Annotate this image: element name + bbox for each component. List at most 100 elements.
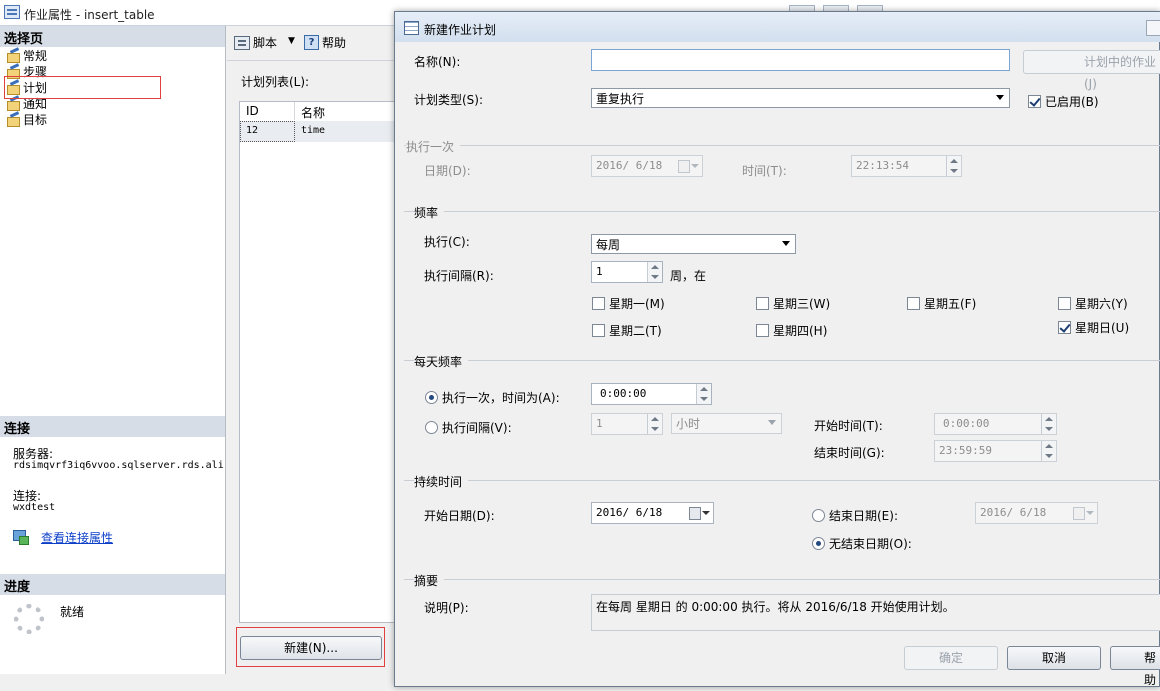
enabled-checkbox[interactable]: 已启用(B) [1028, 93, 1099, 110]
start-time-spinner[interactable]: 0:00:00 [934, 413, 1057, 435]
calendar-icon [678, 160, 699, 173]
day-monday-checkbox[interactable]: 星期一(M) [592, 295, 665, 312]
start-time-value: 0:00:00 [943, 417, 990, 430]
cell-id: 12 [246, 125, 259, 136]
new-schedule-button[interactable]: 新建(N)... [240, 636, 382, 660]
calendar-icon [1073, 507, 1094, 520]
radio-dot [425, 421, 438, 434]
dialog-titlebar [395, 12, 1160, 42]
occurs-once-time-value: 0:00:00 [600, 387, 647, 400]
checkbox-box [756, 297, 769, 310]
help-label: 帮助 [322, 36, 347, 50]
occurs-every-value: 1 [596, 417, 603, 430]
checkbox-box [592, 324, 605, 337]
end-date-label: 结束日期(E): [829, 509, 898, 523]
script-icon [234, 35, 250, 50]
recurs-suffix: 周，在 [670, 269, 707, 283]
occurs-once-radio[interactable]: 执行一次，时间为(A): [425, 389, 560, 406]
name-label: 名称(N): [414, 55, 461, 69]
ok-button[interactable]: 确定 [904, 646, 998, 670]
cancel-button[interactable]: 取消 [1007, 646, 1101, 670]
one-time-date-picker[interactable]: 2016/ 6/18 [591, 155, 703, 177]
page-item-general[interactable]: 常规 [6, 47, 47, 63]
start-date-picker[interactable]: 2016/ 6/18 [591, 502, 714, 524]
start-date-label: 开始日期(D): [424, 509, 495, 523]
dialog-close-button[interactable] [1146, 20, 1160, 36]
end-date-radio[interactable]: 结束日期(E): [812, 507, 898, 524]
recurs-every-value: 1 [596, 265, 603, 278]
enabled-label: 已启用(B) [1045, 95, 1099, 109]
schedule-list-grid[interactable] [239, 101, 397, 623]
daily-frequency-group-title: 每天频率 [414, 353, 469, 370]
no-end-date-label: 无结束日期(O): [829, 537, 912, 551]
day-friday-checkbox[interactable]: 星期五(F) [907, 295, 976, 312]
help-button[interactable]: ? 帮助 [304, 34, 346, 51]
page-item-label: 常规 [23, 48, 48, 63]
column-header-id[interactable]: ID [240, 102, 295, 120]
checkbox-box [1058, 321, 1071, 334]
day-sunday-checkbox[interactable]: 星期日(U) [1058, 319, 1129, 336]
progress-spinner-icon [14, 604, 44, 634]
help-icon: ? [304, 35, 319, 50]
schedule-type-label: 计划类型(S): [414, 93, 484, 107]
view-connection-properties-link[interactable]: 查看连接属性 [41, 529, 113, 546]
day-label: 星期三(W) [773, 297, 831, 311]
help-button-dialog[interactable]: 帮助 [1110, 646, 1160, 687]
dialog-title: 新建作业计划 [424, 23, 497, 37]
jobs-in-schedule-button[interactable]: 计划中的作业(J) [1023, 50, 1160, 91]
spinner-arrows-icon [647, 262, 662, 282]
end-time-spinner[interactable]: 23:59:59 [934, 440, 1057, 462]
day-wednesday-checkbox[interactable]: 星期三(W) [756, 295, 830, 312]
radio-dot [812, 509, 825, 522]
occurs-every-unit-value: 小时 [676, 417, 701, 431]
selected-page-highlight [4, 76, 161, 99]
day-label: 星期六(Y) [1075, 297, 1128, 311]
chevron-down-icon [768, 420, 776, 425]
connection-header: 连接 [0, 416, 225, 437]
spinner-arrows-icon [647, 414, 662, 434]
occurs-every-radio[interactable]: 执行间隔(V): [425, 419, 512, 436]
spinner-arrows-icon [946, 156, 961, 176]
page-item-targets[interactable]: 目标 [6, 111, 47, 127]
frequency-group-title: 频率 [414, 204, 445, 221]
page-icon [6, 113, 20, 127]
no-end-date-radio[interactable]: 无结束日期(O): [812, 535, 912, 552]
description-textbox[interactable]: 在每周 星期日 的 0:00:00 执行。将从 2016/6/18 开始使用计划… [591, 594, 1160, 631]
spinner-arrows-icon [1041, 441, 1056, 461]
schedule-type-select[interactable]: 重复执行 [591, 88, 1010, 108]
occurs-every-unit-select[interactable]: 小时 [671, 413, 782, 434]
one-time-group-line [404, 145, 1160, 146]
occurs-every-spinner[interactable]: 1 [591, 413, 663, 435]
schedule-type-value: 重复执行 [596, 92, 645, 106]
end-time-label: 结束时间(G): [814, 446, 885, 460]
day-tuesday-checkbox[interactable]: 星期二(T) [592, 322, 662, 339]
one-time-time-spinner[interactable]: 22:13:54 [851, 155, 962, 177]
progress-header: 进度 [0, 574, 225, 595]
end-date-picker[interactable]: 2016/ 6/18 [975, 502, 1098, 524]
one-time-time-label: 时间(T): [742, 164, 787, 178]
recurs-every-spinner[interactable]: 1 [591, 261, 663, 283]
script-label: 脚本 [253, 36, 278, 50]
day-label: 星期二(T) [609, 324, 662, 338]
day-label: 星期五(F) [924, 297, 977, 311]
column-header-name[interactable]: 名称 [295, 102, 397, 120]
checkbox-box [756, 324, 769, 337]
chevron-down-icon[interactable]: ▼ [288, 36, 295, 46]
checkbox-box [907, 297, 920, 310]
name-input[interactable] [591, 49, 1010, 71]
script-button[interactable]: 脚本 [234, 34, 277, 51]
schedule-icon [404, 21, 419, 35]
day-label: 星期四(H) [773, 324, 828, 338]
day-saturday-checkbox[interactable]: 星期六(Y) [1058, 295, 1128, 312]
end-time-value: 23:59:59 [939, 444, 992, 457]
frequency-group-line [404, 211, 1160, 212]
checkbox-box [592, 297, 605, 310]
occurs-once-time-spinner[interactable]: 0:00:00 [591, 383, 712, 405]
progress-status: 就绪 [60, 605, 85, 619]
page-icon [6, 49, 20, 63]
cell-name: time [301, 125, 326, 136]
description-label: 说明(P): [424, 601, 469, 615]
occurs-select[interactable]: 每周 [591, 234, 796, 254]
occurs-once-label: 执行一次，时间为(A): [442, 391, 560, 405]
day-thursday-checkbox[interactable]: 星期四(H) [756, 322, 827, 339]
